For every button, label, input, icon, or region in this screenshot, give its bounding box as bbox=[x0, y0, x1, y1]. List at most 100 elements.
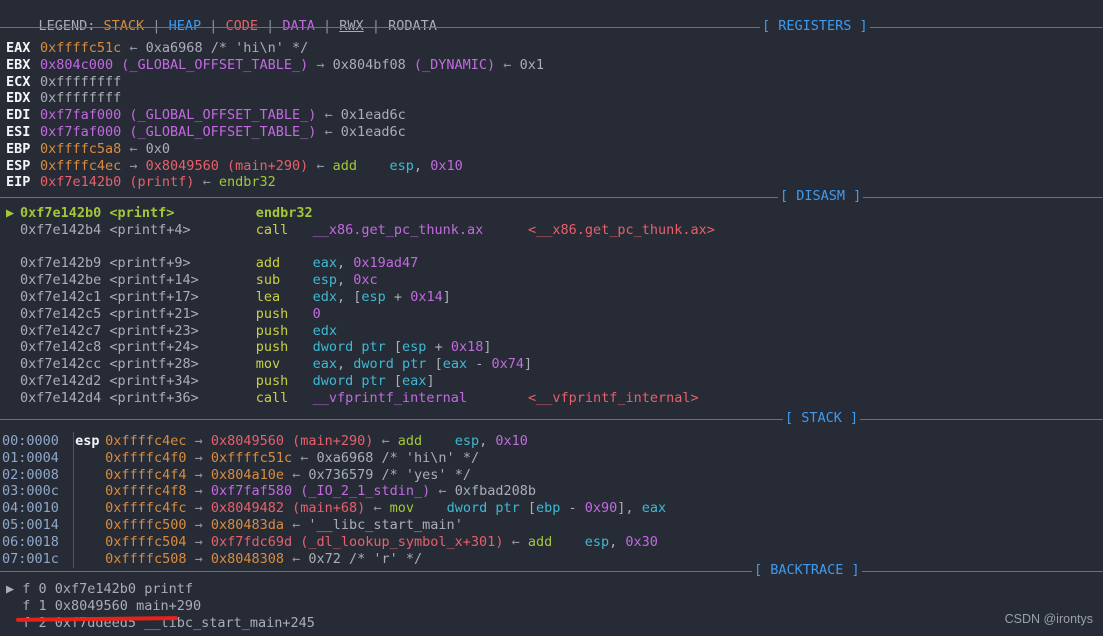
disasm-row: ▶ 0xf7e142b0 <printf> endbr32 bbox=[6, 205, 313, 222]
register-row: ECX 0xffffffff bbox=[6, 74, 121, 91]
section-title-registers: [ REGISTERS ] bbox=[760, 18, 870, 35]
register-row: EDX 0xffffffff bbox=[6, 90, 121, 107]
disasm-address: 0xf7e142d4 bbox=[20, 389, 110, 406]
disasm-symbol: <printf+14> bbox=[109, 272, 256, 289]
section-divider-stack: [ STACK ] bbox=[0, 410, 1103, 428]
disasm-target-comment: <__vfprintf_internal> bbox=[528, 389, 699, 406]
disasm-row: 0xf7e142d2 <printf+34> push dword ptr [e… bbox=[6, 373, 435, 390]
backtrace-frame-index: f 0 bbox=[22, 581, 55, 597]
register-row: EBP 0xffffc5a8 ← 0x0 bbox=[6, 141, 170, 158]
disasm-symbol: <printf+17> bbox=[109, 289, 256, 305]
disasm-address: 0xf7e142be bbox=[20, 272, 110, 289]
disasm-operands: dword ptr [eax] bbox=[312, 373, 435, 389]
stack-register-tag bbox=[75, 517, 105, 534]
register-row: EDI 0xf7faf000 (_GLOBAL_OFFSET_TABLE_) ← … bbox=[6, 107, 406, 124]
stack-row: 04:0010 0xffffc4fc → 0x8049482 (main+68)… bbox=[2, 500, 666, 517]
disasm-current-marker bbox=[6, 390, 20, 407]
disasm-row: 0xf7e142c1 <printf+17> lea edx, [esp + 0… bbox=[6, 289, 451, 306]
disasm-row: 0xf7e142cc <printf+28> mov eax, dword pt… bbox=[6, 356, 532, 373]
stack-offset: 00:0000 bbox=[2, 433, 59, 449]
disasm-address: 0xf7e142c5 bbox=[20, 305, 110, 322]
stack-offset: 01:0004 bbox=[2, 449, 59, 466]
disasm-current-marker: ▶ bbox=[6, 205, 23, 221]
disasm-address: 0xf7e142b9 bbox=[20, 255, 110, 272]
disasm-operands: 0 bbox=[312, 305, 321, 322]
register-name-esp: ESP bbox=[6, 157, 31, 174]
disasm-current-marker bbox=[6, 323, 20, 340]
disasm-target-comment: <__x86.get_pc_thunk.ax> bbox=[528, 221, 715, 238]
disasm-row: 0xf7e142d4 <printf+36> call __vfprintf_i… bbox=[6, 390, 467, 407]
stack-offset: 06:0018 bbox=[2, 533, 59, 550]
disasm-current-marker bbox=[6, 255, 20, 272]
disasm-current-marker bbox=[6, 272, 20, 289]
pwndbg-terminal: LEGEND: STACK | HEAP | CODE | DATA | RWX… bbox=[0, 0, 1103, 636]
disasm-row: 0xf7e142c5 <printf+21> push 0 bbox=[6, 306, 321, 323]
disasm-mnemonic: call bbox=[255, 221, 313, 238]
stack-row: 01:0004 0xffffc4f0 → 0xffffc51c ← 0xa696… bbox=[2, 450, 479, 467]
disasm-operands: __x86.get_pc_thunk.ax bbox=[312, 221, 484, 238]
disasm-address: 0xf7e142d2 bbox=[20, 373, 110, 389]
disasm-symbol: <printf+9> bbox=[109, 255, 256, 272]
register-name-ebp: EBP bbox=[6, 140, 31, 157]
stack-value: 0xffffc4f4 → 0x804a10e ← 0x736579 /* 'ye… bbox=[105, 466, 471, 483]
register-value-eax: 0xffffc51c ← 0xa6968 /* 'hi\n' */ bbox=[40, 40, 309, 56]
stack-value: 0xffffc504 → 0xf7fdc69d (_dl_lookup_symb… bbox=[105, 533, 658, 550]
stack-register-tag: esp bbox=[75, 433, 108, 449]
register-row: ESP 0xffffc4ec → 0x8049560 (main+290) ← a… bbox=[6, 158, 463, 175]
disasm-row: 0xf7e142b9 <printf+9> add eax, 0x19ad47 bbox=[6, 255, 418, 272]
register-row: EBX 0x804c000 (_GLOBAL_OFFSET_TABLE_) → 0… bbox=[6, 57, 544, 74]
stack-register-tag bbox=[75, 450, 105, 467]
disasm-operands: esp, 0xc bbox=[312, 272, 378, 289]
backtrace-frame-index: f 1 bbox=[22, 597, 55, 614]
register-name-ecx: ECX bbox=[6, 73, 31, 90]
section-title-backtrace: [ BACKTRACE ] bbox=[752, 562, 862, 579]
disasm-operands: eax, 0x19ad47 bbox=[312, 255, 419, 272]
stack-value: 0xffffc500 → 0x80483da ← '__libc_start_m… bbox=[105, 517, 463, 533]
disasm-symbol: <printf+23> bbox=[109, 322, 256, 339]
register-value-edi: 0xf7faf000 (_GLOBAL_OFFSET_TABLE_) ← 0x1… bbox=[40, 107, 406, 124]
disasm-symbol: <printf+28> bbox=[109, 356, 256, 373]
stack-row: 00:0000 esp 0xffffc4ec → 0x8049560 (main… bbox=[2, 433, 528, 450]
register-value-edx: 0xffffffff bbox=[40, 90, 122, 107]
disasm-address: 0xf7e142c1 bbox=[20, 289, 110, 305]
section-divider-backtrace: [ BACKTRACE ] bbox=[0, 562, 1103, 580]
backtrace-symbol: main+290 bbox=[136, 597, 202, 614]
backtrace-row: f 1 0x8049560 main+290 bbox=[6, 598, 201, 615]
section-title-disasm: [ DISASM ] bbox=[778, 188, 864, 205]
register-value-ecx: 0xffffffff bbox=[40, 73, 122, 90]
stack-offset: 05:0014 bbox=[2, 517, 59, 533]
stack-offset: 04:0010 bbox=[2, 500, 59, 517]
register-row: ESI 0xf7faf000 (_GLOBAL_OFFSET_TABLE_) ← … bbox=[6, 124, 406, 141]
disasm-operands: eax, dword ptr [eax - 0x74] bbox=[312, 356, 533, 373]
stack-register-tag bbox=[75, 483, 105, 500]
register-name-edi: EDI bbox=[6, 107, 31, 124]
stack-row: 05:0014 0xffffc500 → 0x80483da ← '__libc… bbox=[2, 517, 463, 534]
stack-value: 0xffffc4fc → 0x8049482 (main+68) ← mov d… bbox=[105, 500, 667, 517]
stack-value: 0xffffc4f8 → 0xf7faf580 (_IO_2_1_stdin_)… bbox=[105, 483, 536, 500]
stack-offset: 02:0008 bbox=[2, 466, 59, 483]
disasm-row: 0xf7e142be <printf+14> sub esp, 0xc bbox=[6, 272, 378, 289]
register-name-eax: EAX bbox=[6, 40, 31, 56]
disasm-operands: dword ptr [esp + 0x18] bbox=[312, 339, 492, 356]
disasm-symbol: <printf+34> bbox=[109, 373, 256, 389]
stack-row: 02:0008 0xffffc4f4 → 0x804a10e ← 0x73657… bbox=[2, 467, 471, 484]
disasm-symbol: <printf> bbox=[109, 205, 256, 221]
register-name-edx: EDX bbox=[6, 90, 31, 107]
stack-register-tag bbox=[75, 534, 105, 551]
disasm-row: 0xf7e142c7 <printf+23> push edx bbox=[6, 323, 337, 340]
disasm-operands: edx, [esp + 0x14] bbox=[312, 289, 451, 305]
disasm-operands: __vfprintf_internal bbox=[312, 389, 468, 406]
register-value-esp: 0xffffc4ec → 0x8049560 (main+290) ← add … bbox=[40, 157, 463, 174]
stack-offset: 03:000c bbox=[2, 483, 59, 500]
disasm-address: 0xf7e142b4 bbox=[20, 221, 110, 238]
disasm-address: 0xf7e142cc bbox=[20, 356, 110, 373]
stack-row: 03:000c 0xffffc4f8 → 0xf7faf580 (_IO_2_1… bbox=[2, 483, 536, 500]
disasm-current-marker bbox=[6, 289, 20, 306]
disasm-mnemonic: add bbox=[255, 255, 313, 272]
disasm-current-marker bbox=[6, 339, 20, 356]
disasm-symbol: <printf+4> bbox=[109, 221, 256, 238]
register-value-ebp: 0xffffc5a8 ← 0x0 bbox=[40, 140, 171, 157]
disasm-mnemonic: call bbox=[255, 389, 313, 406]
register-name-ebx: EBX bbox=[6, 56, 31, 73]
disasm-current-marker bbox=[6, 356, 20, 373]
